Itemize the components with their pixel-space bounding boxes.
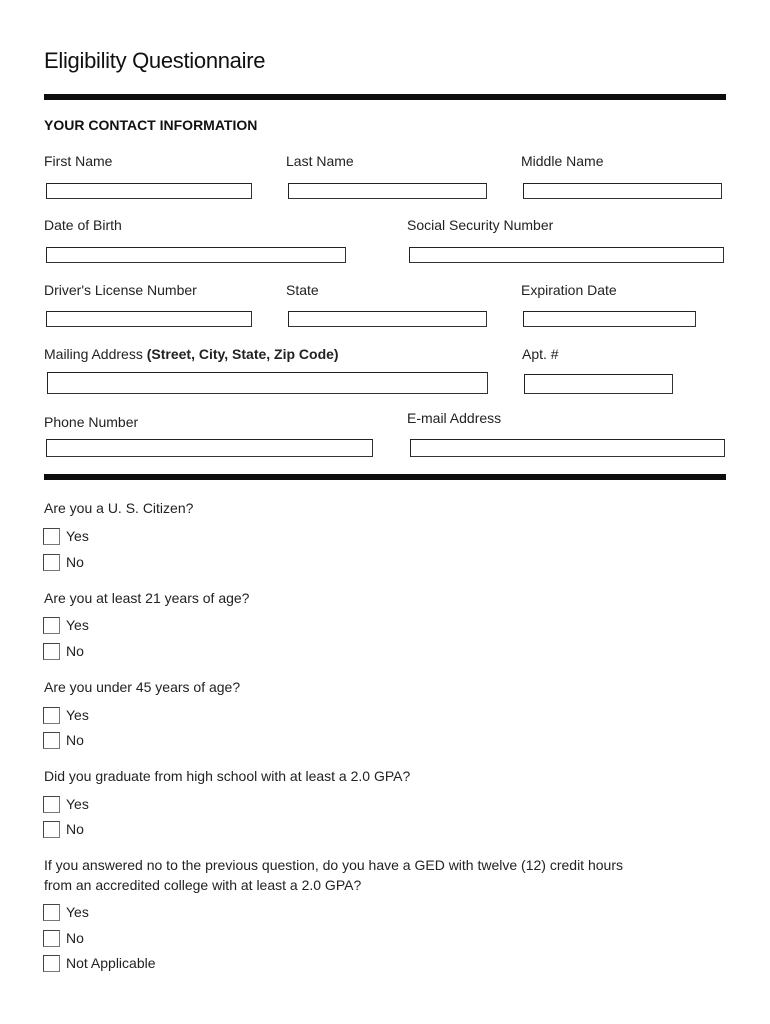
checkbox[interactable]: [43, 706, 60, 724]
license-field[interactable]: [46, 311, 252, 327]
option-label: Yes: [66, 617, 89, 633]
option-label: Yes: [66, 904, 89, 920]
address-label-text: Mailing Address: [44, 346, 147, 362]
checkbox[interactable]: [43, 527, 60, 545]
question-us-citizen: Are you a U. S. Citizen?: [44, 500, 194, 516]
checkbox[interactable]: [43, 553, 60, 571]
ssn-label: Social Security Number: [407, 217, 554, 233]
checkbox[interactable]: [43, 731, 60, 749]
dob-label: Date of Birth: [44, 217, 122, 233]
divider-middle: [44, 474, 726, 480]
option-us-citizen-no[interactable]: No: [43, 553, 84, 571]
question-age-21: Are you at least 21 years of age?: [44, 590, 250, 606]
last-name-label: Last Name: [286, 153, 354, 169]
email-field[interactable]: [410, 439, 725, 457]
option-hs-gpa-yes[interactable]: Yes: [43, 795, 89, 813]
email-label: E-mail Address: [407, 410, 502, 426]
checkbox[interactable]: [43, 903, 60, 921]
divider-top: [44, 94, 726, 100]
option-label: Yes: [66, 528, 89, 544]
expiration-field[interactable]: [523, 311, 696, 327]
apt-field[interactable]: [524, 374, 673, 394]
dob-field[interactable]: [46, 247, 346, 263]
option-label: No: [66, 821, 84, 837]
checkbox[interactable]: [43, 929, 60, 947]
state-label: State: [286, 282, 319, 298]
checkbox[interactable]: [43, 616, 60, 634]
option-label: Yes: [66, 707, 89, 723]
section-title: YOUR CONTACT INFORMATION: [44, 117, 258, 133]
page-title: Eligibility Questionnaire: [44, 48, 266, 73]
option-ged-yes[interactable]: Yes: [43, 903, 89, 921]
checkbox[interactable]: [43, 642, 60, 660]
address-label: Mailing Address (Street, City, State, Zi…: [44, 346, 339, 362]
option-hs-gpa-no[interactable]: No: [43, 820, 84, 838]
first-name-label: First Name: [44, 153, 113, 169]
last-name-field[interactable]: [288, 183, 487, 199]
question-ged-line1: If you answered no to the previous quest…: [44, 857, 623, 873]
license-label: Driver's License Number: [44, 282, 197, 298]
checkbox[interactable]: [43, 954, 60, 972]
question-ged: If you answered no to the previous quest…: [44, 855, 623, 895]
option-ged-no[interactable]: No: [43, 929, 84, 947]
state-field[interactable]: [288, 311, 487, 327]
option-under-45-yes[interactable]: Yes: [43, 706, 89, 724]
address-field[interactable]: [47, 372, 488, 394]
apt-label: Apt. #: [522, 346, 559, 362]
address-label-hint: (Street, City, State, Zip Code): [146, 346, 339, 362]
option-label: Yes: [66, 796, 89, 812]
expiration-label: Expiration Date: [521, 282, 617, 298]
question-under-45: Are you under 45 years of age?: [44, 679, 241, 695]
option-us-citizen-yes[interactable]: Yes: [43, 527, 89, 545]
middle-name-label: Middle Name: [521, 153, 604, 169]
checkbox[interactable]: [43, 795, 60, 813]
option-ged-not-applicable[interactable]: Not Applicable: [43, 954, 156, 972]
first-name-field[interactable]: [46, 183, 252, 199]
phone-field[interactable]: [46, 439, 373, 457]
option-label: No: [66, 554, 84, 570]
option-label: Not Applicable: [66, 955, 156, 971]
middle-name-field[interactable]: [523, 183, 722, 199]
checkbox[interactable]: [43, 820, 60, 838]
option-label: No: [66, 732, 84, 748]
question-hs-gpa: Did you graduate from high school with a…: [44, 768, 411, 784]
option-under-45-no[interactable]: No: [43, 731, 84, 749]
option-age-21-yes[interactable]: Yes: [43, 616, 89, 634]
question-ged-line2: from an accredited college with at least…: [44, 877, 362, 893]
ssn-field[interactable]: [409, 247, 724, 263]
phone-label: Phone Number: [44, 414, 139, 430]
option-label: No: [66, 643, 84, 659]
option-label: No: [66, 930, 84, 946]
option-age-21-no[interactable]: No: [43, 642, 84, 660]
